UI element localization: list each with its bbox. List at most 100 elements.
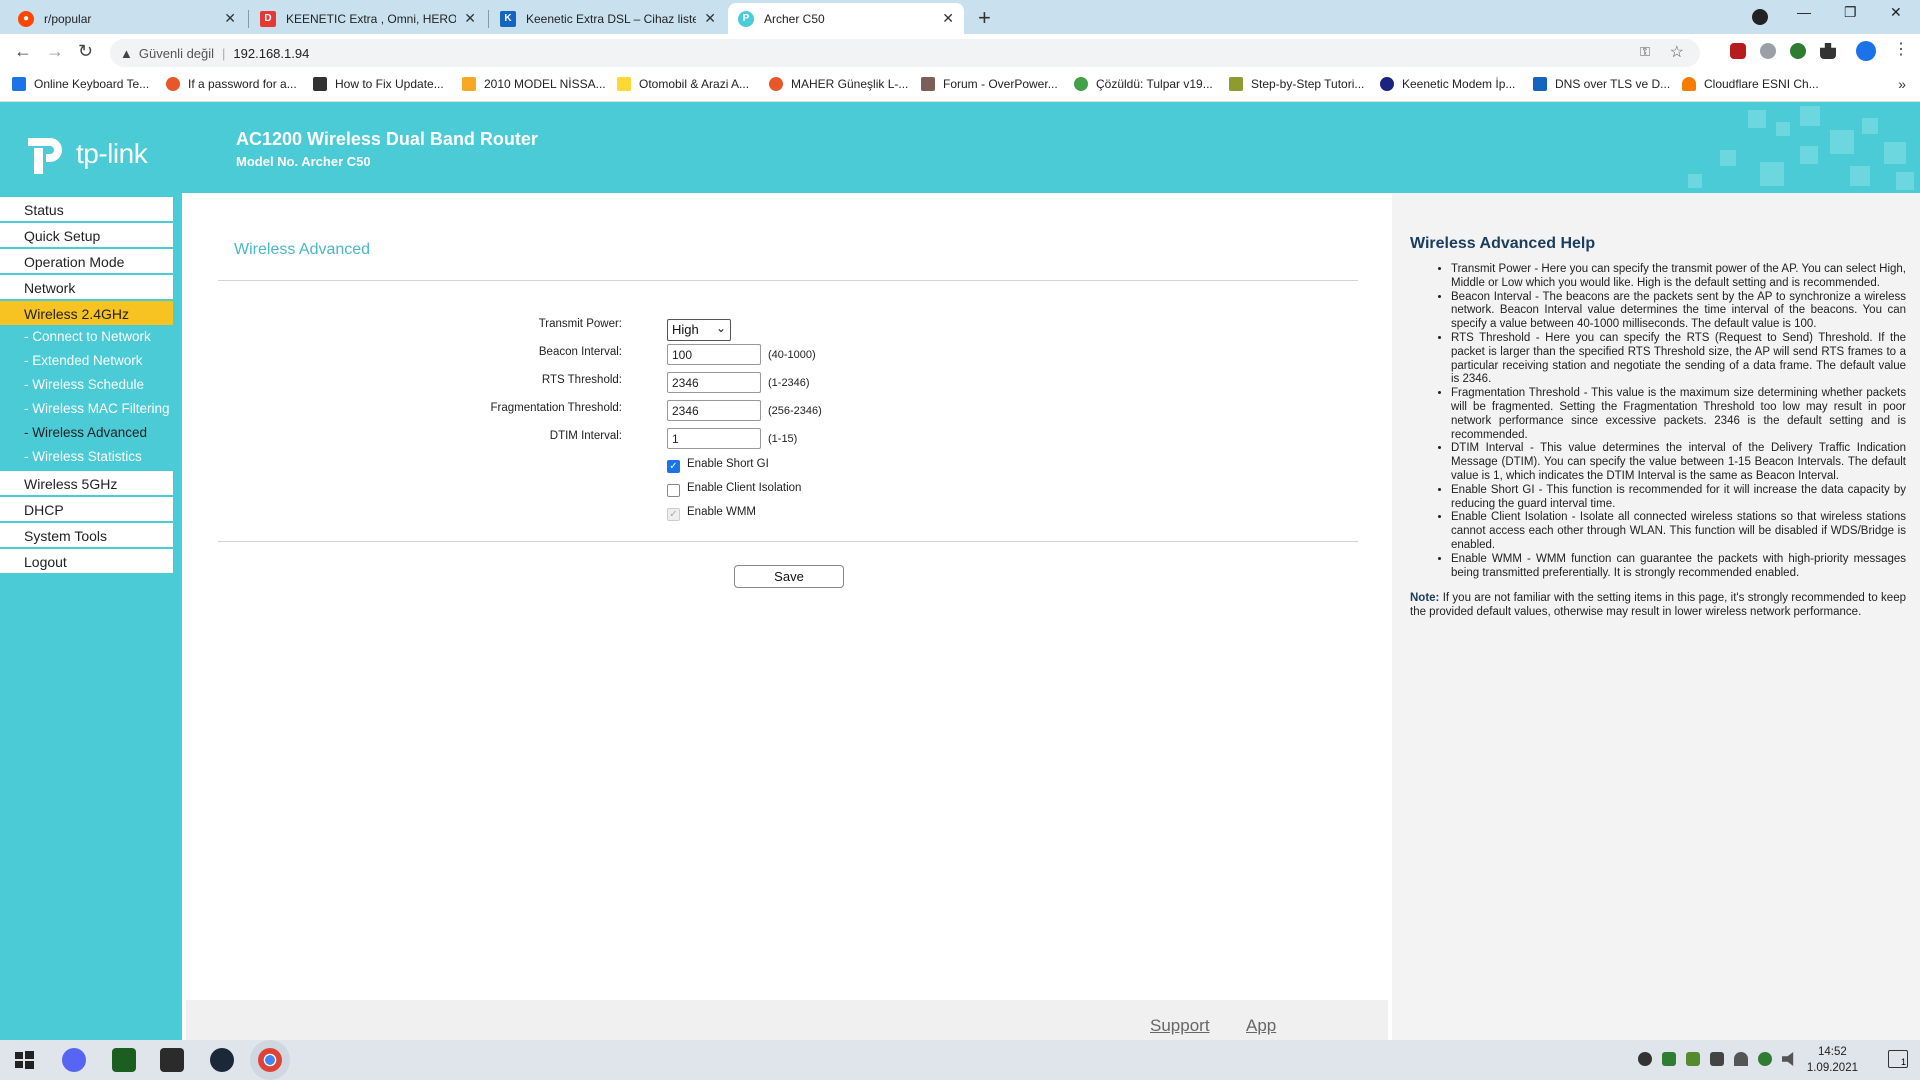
volume-icon[interactable] — [1782, 1052, 1794, 1066]
ublock-icon[interactable] — [1730, 43, 1746, 59]
puzzle-icon[interactable] — [1820, 43, 1836, 59]
client-isolation-checkbox[interactable] — [667, 484, 680, 497]
tplink-icon: P — [738, 10, 754, 27]
tab-archer-c50[interactable]: P Archer C50 ✕ — [728, 3, 964, 34]
tray-shield-icon[interactable] — [1758, 1052, 1772, 1066]
beacon-interval-input[interactable] — [667, 344, 761, 365]
notification-icon[interactable]: 1 — [1888, 1050, 1908, 1068]
clock[interactable]: 14:52 1.09.2021 — [1807, 1044, 1858, 1076]
chrome-icon[interactable] — [258, 1048, 282, 1072]
sidebar-item-status[interactable]: Status — [0, 197, 173, 221]
sidebar-sub-mac-filtering[interactable]: - Wireless MAC Filtering — [0, 397, 182, 421]
bookmark-label: Keenetic Modem İp... — [1402, 77, 1516, 91]
menu-kebab-icon[interactable]: ⋮ — [1893, 39, 1909, 59]
header-pattern — [1748, 110, 1766, 128]
help-term: Beacon Interval — [1451, 290, 1532, 303]
address-bar[interactable]: ▲ Güvenli değil | 192.168.1.94 ⚿ ☆ — [110, 39, 1700, 67]
sidebar-sub-wireless-statistics[interactable]: - Wireless Statistics — [0, 445, 182, 469]
help-term: RTS Threshold — [1451, 331, 1531, 344]
sidebar-item-network[interactable]: Network — [0, 275, 173, 299]
dtim-interval-input[interactable] — [667, 428, 761, 449]
taskbar: 14:52 1.09.2021 1 — [0, 1040, 1920, 1080]
rts-threshold-input[interactable] — [667, 372, 761, 393]
bookmark-item[interactable]: MAHER Güneşlik L-... — [769, 77, 908, 91]
extension-shield-icon[interactable] — [1790, 43, 1806, 59]
save-button[interactable]: Save — [734, 565, 844, 588]
divider — [218, 280, 1358, 281]
discord-icon[interactable] — [62, 1048, 86, 1072]
fragmentation-threshold-input[interactable] — [667, 400, 761, 421]
tab-reddit[interactable]: ● r/popular ✕ — [8, 3, 246, 34]
tray-app-icon[interactable] — [1686, 1052, 1700, 1066]
bookmark-item[interactable]: How to Fix Update... — [313, 77, 444, 91]
tab-title: Archer C50 — [764, 11, 825, 26]
short-gi-checkbox[interactable]: ✓ — [667, 460, 680, 473]
dh-icon: D — [260, 10, 276, 27]
tray-app-icon[interactable] — [1638, 1052, 1652, 1066]
app-link[interactable]: App — [1246, 1016, 1276, 1036]
reload-icon[interactable]: ↻ — [78, 41, 93, 62]
sidebar-item-wireless-5ghz[interactable]: Wireless 5GHz — [0, 471, 173, 495]
sidebar-item-wireless-24ghz[interactable]: Wireless 2.4GHz — [0, 301, 173, 325]
restore-icon[interactable]: ❐ — [1844, 4, 1857, 21]
back-icon[interactable]: ← — [14, 41, 32, 62]
close-tab-icon[interactable]: ✕ — [224, 10, 236, 27]
close-tab-icon[interactable]: ✕ — [942, 10, 954, 27]
epic-games-icon[interactable] — [160, 1048, 184, 1072]
url-text[interactable]: 192.168.1.94 — [233, 46, 309, 61]
bookmark-item[interactable]: Step-by-Step Tutori... — [1229, 77, 1364, 91]
bookmark-item[interactable]: Online Keyboard Te... — [12, 77, 149, 91]
bookmark-label: Çözüldü: Tulpar v19... — [1096, 77, 1213, 91]
new-tab-icon[interactable]: + — [978, 5, 991, 31]
sidebar-sub-wireless-advanced[interactable]: - Wireless Advanced — [0, 421, 182, 445]
bookmark-label: Online Keyboard Te... — [34, 77, 150, 91]
clock-time: 14:52 — [1818, 1046, 1847, 1058]
sidebar-item-operation-mode[interactable]: Operation Mode — [0, 249, 173, 273]
battery-icon[interactable] — [1710, 1052, 1724, 1066]
close-tab-icon[interactable]: ✕ — [704, 10, 716, 27]
tplink-logo: tp-link — [22, 130, 148, 178]
bookmark-item[interactable]: 2010 MODEL NİSSA... — [462, 77, 606, 91]
bookmark-item[interactable]: Forum - OverPower... — [921, 77, 1058, 91]
transmit-power-select[interactable]: High ⌄ — [667, 319, 731, 341]
key-icon[interactable]: ⚿ — [1640, 44, 1650, 60]
profile-dropdown-icon[interactable] — [1752, 9, 1768, 25]
bookmark-favicon-icon — [617, 77, 631, 91]
sidebar-item-system-tools[interactable]: System Tools — [0, 523, 173, 547]
tray-app-icon[interactable] — [1662, 1052, 1676, 1066]
bookmark-item[interactable]: If a password for a... — [166, 77, 297, 91]
more-bookmarks-icon[interactable]: » — [1898, 76, 1906, 92]
bookmark-item[interactable]: Keenetic Modem İp... — [1380, 77, 1515, 91]
bookmark-star-icon[interactable]: ☆ — [1670, 42, 1684, 62]
forward-icon[interactable]: → — [46, 41, 64, 62]
close-tab-icon[interactable]: ✕ — [464, 10, 476, 27]
windows-start-icon[interactable] — [12, 1048, 36, 1072]
bookmark-favicon-icon — [1380, 77, 1394, 91]
bookmark-item[interactable]: DNS over TLS ve D... — [1533, 77, 1670, 91]
steam-icon[interactable] — [210, 1048, 234, 1072]
tab-title: Keenetic Extra DSL – Cihaz listesi — [526, 11, 697, 26]
wifi-icon[interactable] — [1734, 1052, 1748, 1066]
tab-keenetic-forum[interactable]: D KEENETIC Extra , Omni, HERO DS ✕ — [250, 3, 486, 34]
bookmark-label: Cloudflare ESNI Ch... — [1704, 77, 1819, 91]
bookmark-item[interactable]: Otomobil & Arazi A... — [617, 77, 749, 91]
warning-icon[interactable]: ▲ — [120, 46, 133, 61]
tab-keenetic-devices[interactable]: K Keenetic Extra DSL – Cihaz listesi ✕ — [490, 3, 726, 34]
sidebar-item-logout[interactable]: Logout — [0, 549, 173, 573]
support-link[interactable]: Support — [1150, 1016, 1210, 1036]
game-launcher-icon[interactable] — [112, 1048, 136, 1072]
sidebar-item-quick-setup[interactable]: Quick Setup — [0, 223, 173, 247]
notification-count: 1 — [1900, 1057, 1906, 1067]
security-label[interactable]: Güvenli değil — [139, 46, 214, 61]
bookmark-item[interactable]: Cloudflare ESNI Ch... — [1682, 77, 1819, 91]
bookmark-item[interactable]: Çözüldü: Tulpar v19... — [1074, 77, 1213, 91]
minimize-icon[interactable]: — — [1797, 4, 1811, 20]
globe-icon[interactable] — [1760, 43, 1776, 59]
profile-avatar[interactable] — [1856, 41, 1876, 61]
sidebar-sub-connect-to-network[interactable]: - Connect to Network — [0, 325, 182, 349]
sidebar-sub-wireless-schedule[interactable]: - Wireless Schedule — [0, 373, 182, 397]
help-term: DTIM Interval — [1451, 442, 1524, 455]
sidebar-sub-extended-network[interactable]: - Extended Network — [0, 349, 182, 373]
sidebar-item-dhcp[interactable]: DHCP — [0, 497, 173, 521]
close-window-icon[interactable]: ✕ — [1890, 4, 1902, 21]
